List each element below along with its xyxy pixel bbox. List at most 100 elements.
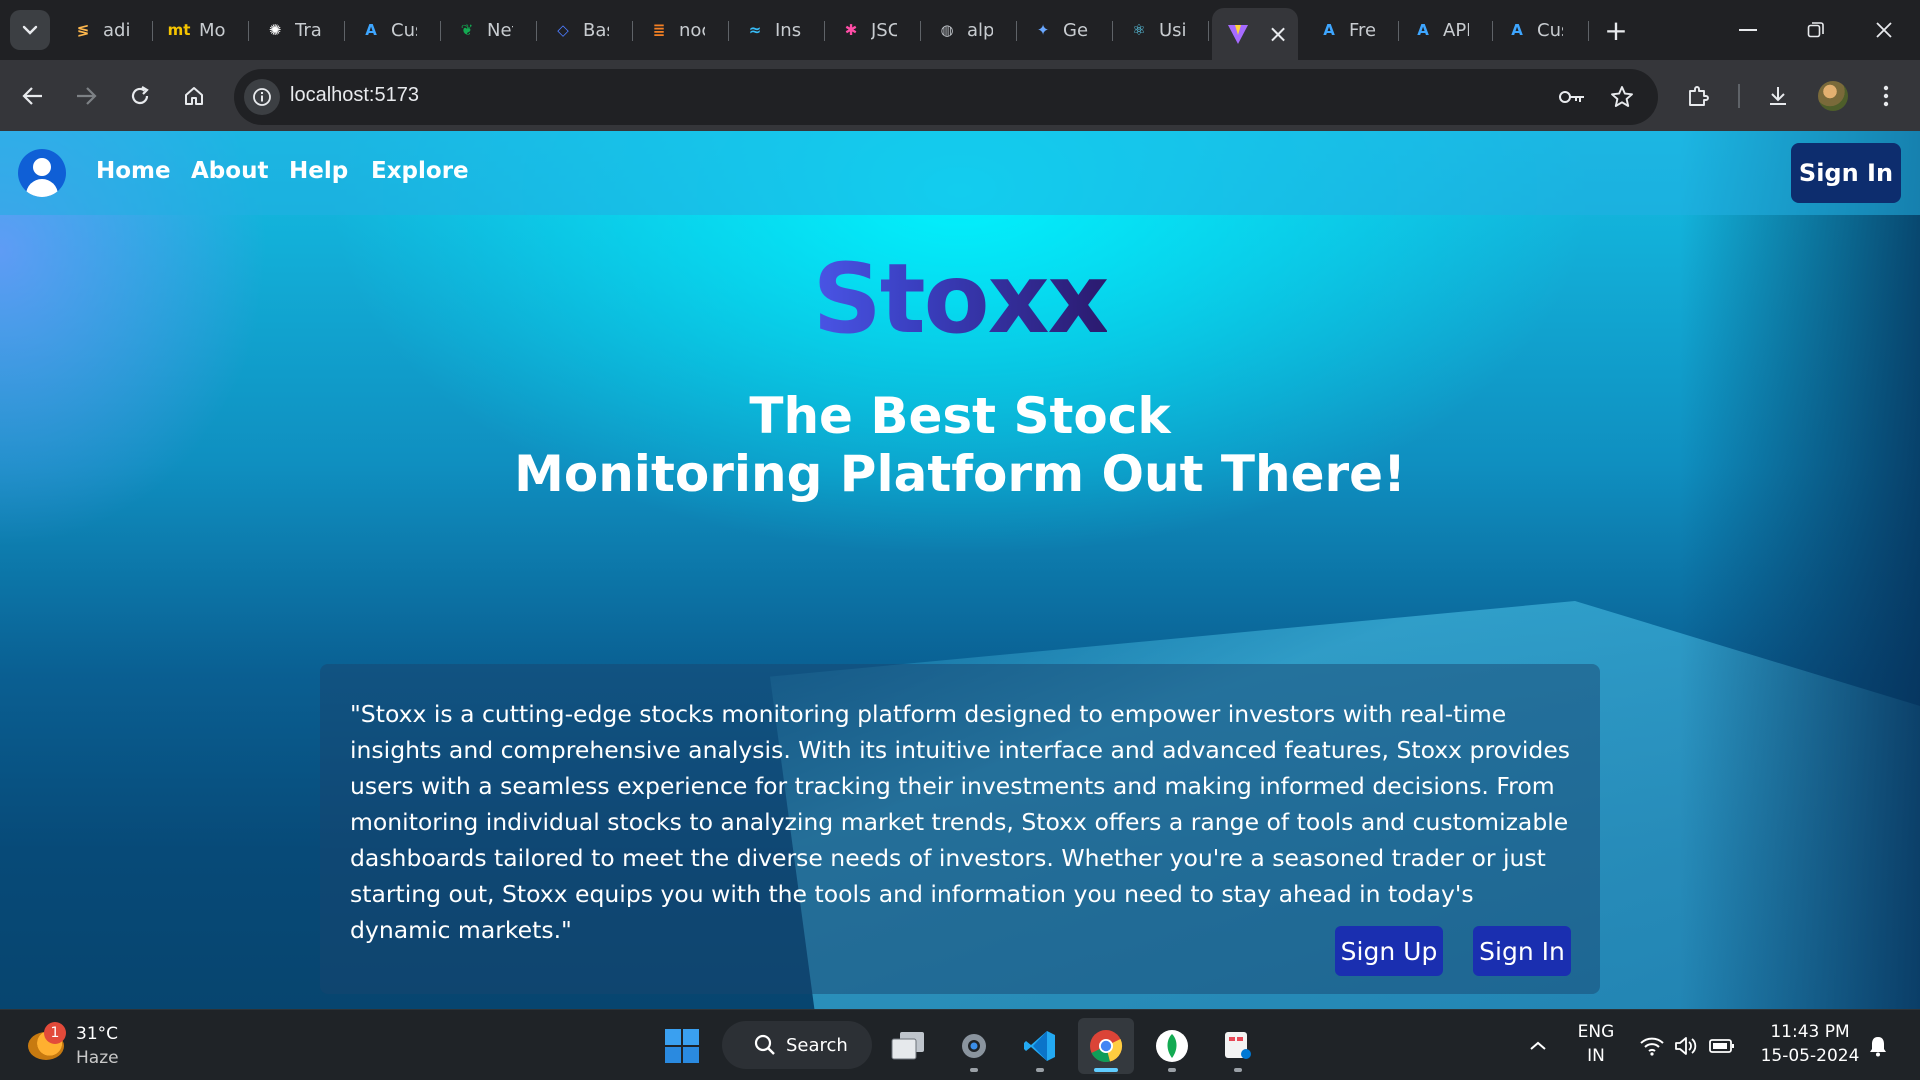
tab-separator: [1398, 21, 1399, 41]
shield-icon: ◇: [557, 21, 569, 39]
home-button[interactable]: [174, 76, 214, 116]
forward-button[interactable]: [66, 76, 106, 116]
nav-link-explore[interactable]: Explore: [371, 158, 469, 184]
task-view-button[interactable]: [880, 1018, 936, 1074]
volume-status[interactable]: [1672, 1032, 1700, 1060]
site-info-button[interactable]: [244, 79, 280, 115]
tab-adi[interactable]: ≶ adi: [72, 12, 129, 48]
tab-label: Net: [487, 19, 513, 41]
tab-jsc[interactable]: ✱ JSC: [840, 12, 897, 48]
browser-menu-button[interactable]: [1866, 76, 1906, 116]
clock[interactable]: 11:43 PM 15-05-2024: [1752, 1020, 1868, 1068]
tab-cus[interactable]: A Cus: [1506, 12, 1563, 48]
openai-icon: ✺: [268, 21, 282, 39]
minimize-icon: [1739, 29, 1757, 31]
taskbar-chrome-app[interactable]: [1078, 1018, 1134, 1074]
nav-link-home[interactable]: Home: [96, 158, 171, 184]
mongodb-leaf-icon: ❦: [460, 21, 474, 39]
download-icon: [1770, 87, 1786, 105]
language-code: ENG: [1577, 1022, 1615, 1042]
globe-icon: ◍: [940, 21, 954, 39]
taskbar-search[interactable]: Search: [722, 1021, 872, 1069]
close-window-button[interactable]: [1864, 10, 1904, 50]
new-tab-button[interactable]: +: [1600, 14, 1632, 47]
restore-icon: [1807, 22, 1824, 38]
tab-label: Cus: [391, 19, 417, 41]
tab-label: API: [1443, 19, 1469, 41]
taskbar-vscode-app[interactable]: [1012, 1018, 1068, 1074]
star-icon: [1611, 86, 1633, 107]
tab-separator: [1112, 21, 1113, 41]
tab-separator: [1588, 21, 1589, 41]
battery-icon: [1709, 1039, 1734, 1053]
wifi-icon: [1640, 1037, 1664, 1056]
tab-close-icon[interactable]: ×: [1268, 20, 1288, 48]
tab-noc[interactable]: ≣ noc: [648, 12, 705, 48]
auth0-a-icon: A: [1511, 21, 1523, 39]
profile-button[interactable]: [1813, 76, 1853, 116]
address-bar[interactable]: localhost:5173: [234, 69, 1658, 125]
password-key-button[interactable]: [1554, 79, 1590, 115]
restore-button[interactable]: [1796, 10, 1836, 50]
tab-active-vite[interactable]: ×: [1212, 8, 1298, 60]
tab-ger[interactable]: ✦ Ger: [1032, 12, 1089, 48]
url-text[interactable]: localhost:5173: [290, 84, 419, 107]
windows-taskbar: 1 31°C Haze Search ENG IN 11:43 PM 15-05…: [0, 1009, 1920, 1080]
show-hidden-icons-button[interactable]: [1524, 1032, 1552, 1060]
tab-fre[interactable]: A Fre: [1318, 12, 1375, 48]
task-view-icon: [891, 1032, 924, 1060]
taskbar-search-label: Search: [786, 1034, 848, 1056]
nav-link-help[interactable]: Help: [289, 158, 348, 184]
weather-description: Haze: [76, 1048, 119, 1068]
tab-usi[interactable]: ⚛ Usi: [1128, 12, 1185, 48]
reload-button[interactable]: [120, 76, 160, 116]
clock-date: 15-05-2024: [1760, 1046, 1860, 1066]
tab-separator: [1492, 21, 1493, 41]
back-button[interactable]: [13, 76, 53, 116]
tab-mo[interactable]: mt Mo: [168, 12, 225, 48]
tab-alp[interactable]: ◍ alp: [936, 12, 993, 48]
battery-status[interactable]: [1708, 1032, 1736, 1060]
notifications-button[interactable]: [1864, 1032, 1892, 1060]
speaker-icon: [1675, 1037, 1697, 1055]
user-avatar-icon[interactable]: [18, 149, 66, 197]
wifi-status[interactable]: [1638, 1032, 1666, 1060]
nav-link-about[interactable]: About: [191, 158, 268, 184]
browser-tab-strip: ≶ adi mt Mo ✺ Tra A Cus ❦ Net ◇ Bas ≣ noc ≈ Inst ✱ JSC ◍ al…: [0, 0, 1920, 60]
tab-bas[interactable]: ◇ Bas: [552, 12, 609, 48]
tab-label: Inst: [775, 19, 801, 41]
downloads-button[interactable]: [1758, 76, 1798, 116]
tab-label: noc: [679, 19, 705, 41]
tab-label: Tra: [295, 19, 321, 41]
tab-separator: [728, 21, 729, 41]
sign-in-button[interactable]: Sign In: [1473, 926, 1571, 976]
tab-cus[interactable]: A Cus: [360, 12, 417, 48]
language-indicator[interactable]: ENG IN: [1570, 1020, 1622, 1068]
tab-tra[interactable]: ✺ Tra: [264, 12, 321, 48]
chrome-icon: [1090, 1030, 1123, 1063]
taskbar-settings-app[interactable]: [946, 1018, 1002, 1074]
tab-search-button[interactable]: [10, 10, 50, 50]
mongodb-leaf-icon: [1156, 1030, 1188, 1062]
react-icon: ⚛: [1132, 21, 1146, 39]
bookmark-star-button[interactable]: [1604, 79, 1640, 115]
description-text: "Stoxx is a cutting-edge stocks monitori…: [350, 700, 1571, 944]
tab-inst[interactable]: ≈ Inst: [744, 12, 801, 48]
gemini-sparkle-icon: ✦: [1036, 21, 1050, 39]
minimize-button[interactable]: [1728, 10, 1768, 50]
tab-separator: [920, 21, 921, 41]
tab-net[interactable]: ❦ Net: [456, 12, 513, 48]
tab-api[interactable]: A API: [1412, 12, 1469, 48]
toolbar-divider: [1738, 84, 1740, 108]
weather-widget[interactable]: 1 31°C Haze: [24, 1022, 164, 1070]
extensions-button[interactable]: [1678, 76, 1718, 116]
sign-up-button[interactable]: Sign Up: [1335, 926, 1443, 976]
tab-separator: [536, 21, 537, 41]
arrow-left-icon: [22, 87, 42, 105]
tab-label: Fre: [1349, 19, 1375, 41]
start-button[interactable]: [654, 1018, 710, 1074]
taskbar-snipping-app[interactable]: [1210, 1018, 1266, 1074]
tagline-line-2: Monitoring Platform Out There!: [514, 445, 1406, 503]
nav-sign-in-button[interactable]: Sign In: [1791, 143, 1901, 203]
taskbar-mongodb-app[interactable]: [1144, 1018, 1200, 1074]
